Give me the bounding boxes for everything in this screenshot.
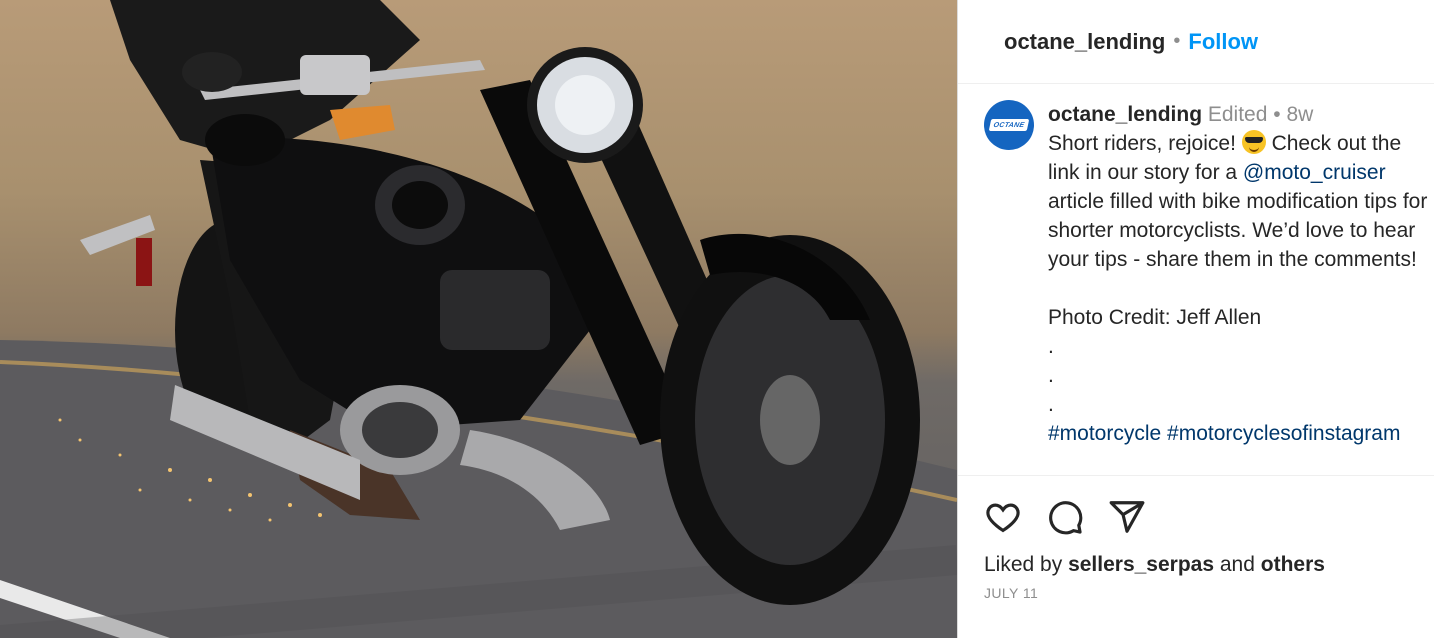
likes-summary: Liked by sellers_serpas and others	[984, 553, 1325, 577]
motorcycle-photo	[0, 0, 957, 638]
heart-icon[interactable]	[984, 498, 1022, 536]
sunglasses-emoji-icon	[1241, 130, 1266, 154]
octane-logo: OCTANE	[988, 119, 1030, 131]
caption-text-3: article filled with bike modification ti…	[1048, 190, 1428, 416]
post-container: octane_lending • Follow OCTANE octane_le…	[0, 0, 1434, 638]
post-header: octane_lending • Follow	[958, 0, 1434, 84]
comment-icon[interactable]	[1046, 498, 1084, 536]
caption-separator: •	[1273, 103, 1281, 126]
post-date[interactable]: JULY 11	[984, 585, 1038, 601]
header-separator: •	[1173, 30, 1181, 52]
avatar-logo-text: OCTANE	[992, 121, 1026, 129]
caption: OCTANE octane_lending Edited • 8w Short …	[984, 100, 1434, 476]
caption-text-1: Short riders, rejoice!	[1048, 132, 1242, 155]
post-actions-section: Liked by sellers_serpas and others JULY …	[958, 475, 1434, 638]
hashtag-link[interactable]: #motorcyclesofinstagram	[1167, 422, 1400, 445]
likes-others-link[interactable]: others	[1261, 553, 1325, 576]
liked-by-user[interactable]: sellers_serpas	[1068, 553, 1214, 576]
caption-text: Short riders, rejoice! Check out the lin…	[1048, 129, 1434, 448]
post-age[interactable]: 8w	[1286, 103, 1313, 126]
post-side-panel: octane_lending • Follow OCTANE octane_le…	[957, 0, 1434, 638]
action-bar	[984, 498, 1146, 536]
post-image[interactable]	[0, 0, 957, 638]
avatar[interactable]: OCTANE	[984, 100, 1034, 150]
follow-button[interactable]: Follow	[1188, 29, 1258, 55]
likes-prefix: Liked by	[984, 553, 1069, 576]
caption-username[interactable]: octane_lending	[1048, 103, 1202, 126]
likes-middle: and	[1214, 553, 1261, 576]
paper-plane-icon[interactable]	[1108, 498, 1146, 536]
edited-label: Edited	[1207, 103, 1268, 126]
header-username[interactable]: octane_lending	[1004, 29, 1165, 55]
caption-body: octane_lending Edited • 8w Short riders,…	[1048, 100, 1434, 476]
mention-link[interactable]: @moto_cruiser	[1243, 161, 1386, 184]
hashtag-link[interactable]: #motorcycle	[1048, 422, 1161, 445]
caption-meta: octane_lending Edited • 8w	[1048, 100, 1434, 129]
